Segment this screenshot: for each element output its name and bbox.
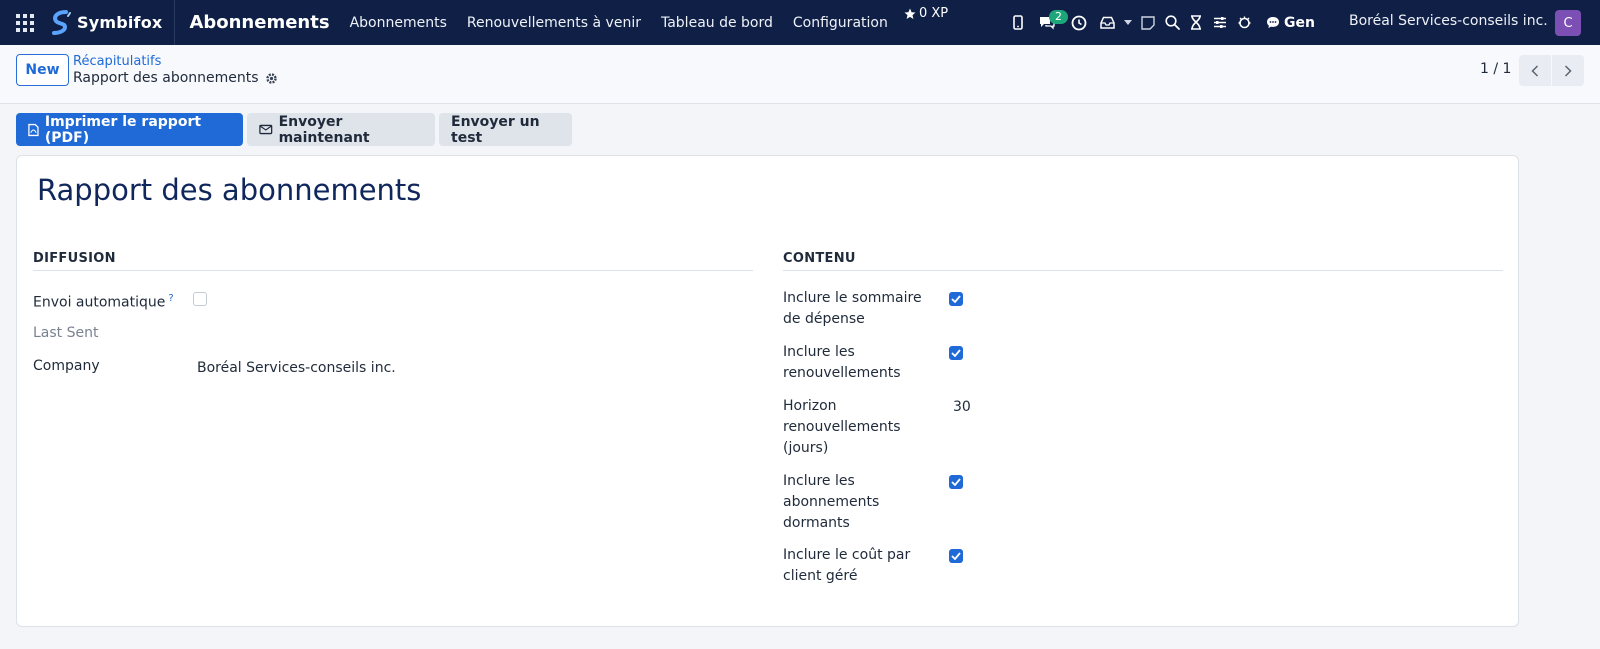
help-tooltip-icon[interactable]: ? <box>168 293 173 304</box>
pager-previous-button[interactable] <box>1519 55 1551 86</box>
xp-indicator[interactable]: 0 XP <box>904 6 948 21</box>
user-avatar[interactable]: C <box>1555 10 1581 36</box>
last-sent-label: Last Sent <box>33 325 99 341</box>
xp-value: 0 XP <box>919 6 949 21</box>
breadcrumb-current: Rapport des abonnements <box>73 70 278 86</box>
app-grid-icon[interactable] <box>0 0 50 45</box>
auto-send-checkbox[interactable] <box>193 292 207 306</box>
cost-per-client-checkbox[interactable] <box>949 549 963 563</box>
auto-send-label-text: Envoi automatique <box>33 294 166 311</box>
print-report-label: Imprimer le rapport (PDF) <box>44 113 202 146</box>
group-title-diffusion: DIFFUSION <box>33 251 753 271</box>
check-icon <box>951 478 961 486</box>
gen-button[interactable]: Gen <box>1266 15 1315 31</box>
horizon-label: Horizon renouvellements (jours) <box>783 398 901 456</box>
group-title-contenu: CONTENU <box>783 251 1503 271</box>
gen-label: Gen <box>1284 14 1315 31</box>
note-icon[interactable] <box>1136 0 1160 45</box>
brand[interactable]: Symbifox <box>50 0 176 45</box>
mobile-icon[interactable] <box>1006 0 1030 45</box>
top-navbar: Symbifox Abonnements Abonnements Renouve… <box>0 0 1600 45</box>
expense-summary-checkbox[interactable] <box>949 292 963 306</box>
chevron-left-icon <box>1531 64 1539 77</box>
search-icon[interactable] <box>1160 0 1184 45</box>
renewals-checkbox[interactable] <box>949 346 963 360</box>
auto-send-label: Envoi automatique? <box>33 288 174 314</box>
gear-icon[interactable] <box>265 72 278 85</box>
caret-down-icon[interactable] <box>1120 0 1136 45</box>
check-icon <box>951 349 961 357</box>
clock-icon[interactable] <box>1064 0 1094 45</box>
breadcrumb-parent[interactable]: Récapitulatifs <box>73 54 161 69</box>
send-now-button[interactable]: Envoyer maintenant <box>247 113 435 146</box>
bug-icon[interactable] <box>1232 0 1256 45</box>
inbox-icon[interactable] <box>1094 0 1120 45</box>
pager-value: 1 / 1 <box>1480 61 1512 77</box>
sliders-icon[interactable] <box>1208 0 1232 45</box>
pager-next-button[interactable] <box>1552 55 1584 86</box>
chat-icon[interactable]: 2 <box>1030 0 1068 45</box>
form-title: Rapport des abonnements <box>37 173 422 207</box>
envelope-icon <box>259 124 273 135</box>
dormant-label: Inclure les abonnements dormants <box>783 473 880 531</box>
brand-name: Symbifox <box>77 13 163 32</box>
hourglass-icon[interactable] <box>1184 0 1208 45</box>
send-test-button[interactable]: Envoyer un test <box>439 113 572 146</box>
menu-item-renouvellements[interactable]: Renouvellements à venir <box>467 15 641 31</box>
main-menu: Abonnements Renouvellements à venir Tabl… <box>350 15 908 31</box>
menu-item-configuration[interactable]: Configuration <box>793 15 888 31</box>
dormant-checkbox[interactable] <box>949 475 963 489</box>
menu-item-abonnements[interactable]: Abonnements <box>350 15 447 31</box>
form-sheet: Rapport des abonnements DIFFUSION CONTEN… <box>16 155 1519 627</box>
renewals-label: Inclure les renouvellements <box>783 344 901 381</box>
new-button[interactable]: New <box>16 54 69 86</box>
company-switcher[interactable]: Boréal Services-conseils inc. <box>1349 13 1548 29</box>
systray: 2 Gen <box>1006 0 1315 45</box>
star-icon <box>904 8 916 19</box>
send-now-label: Envoyer maintenant <box>278 113 370 146</box>
company-value[interactable]: Boréal Services-conseils inc. <box>197 360 396 376</box>
chevron-right-icon <box>1564 64 1572 77</box>
menu-item-tableau-de-bord[interactable]: Tableau de bord <box>661 15 773 31</box>
expense-summary-label: Inclure le sommaire de dépense <box>783 290 922 327</box>
check-icon <box>951 552 961 560</box>
file-pdf-icon <box>28 123 39 136</box>
check-icon <box>951 295 961 303</box>
print-report-button[interactable]: Imprimer le rapport (PDF) <box>16 113 243 146</box>
breadcrumb-current-label: Rapport des abonnements <box>73 70 259 86</box>
symbifox-logo-icon <box>52 9 71 35</box>
horizon-value[interactable]: 30 <box>953 399 971 415</box>
control-panel: New Récapitulatifs Rapport des abonnemen… <box>0 45 1600 104</box>
app-title[interactable]: Abonnements <box>175 12 349 33</box>
chat-bubble-icon <box>1267 17 1279 28</box>
company-label: Company <box>33 358 100 374</box>
cost-per-client-label: Inclure le coût par client géré <box>783 547 911 584</box>
